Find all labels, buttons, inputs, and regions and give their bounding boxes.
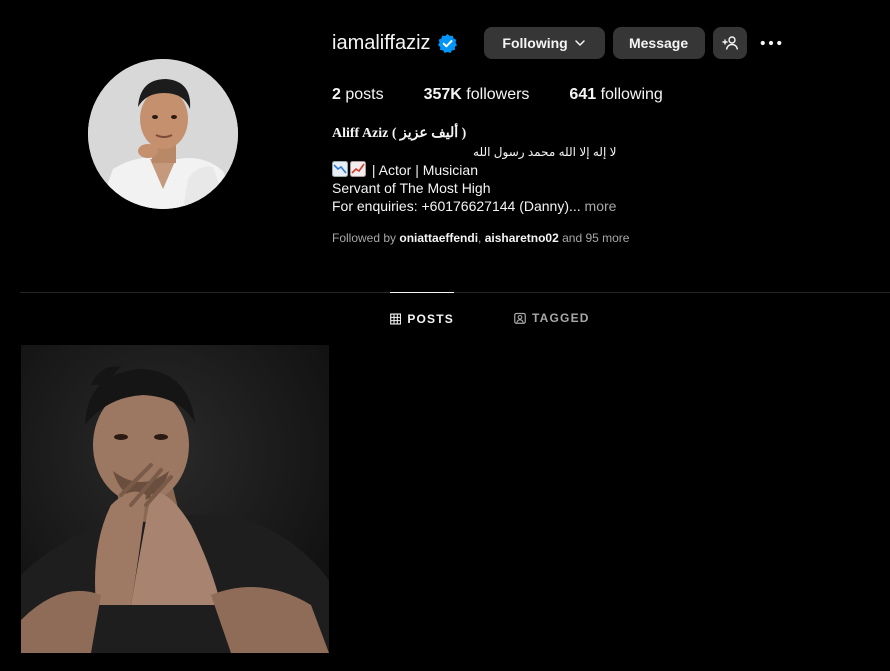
profile-stats: 2 posts 357K followers 641 following xyxy=(332,86,703,104)
bio-line-servant: Servant of The Most High xyxy=(332,180,491,196)
bio-roles: | Actor | Musician xyxy=(371,162,478,178)
post-thumbnail[interactable] xyxy=(21,345,329,653)
tab-tagged[interactable]: TAGGED xyxy=(514,292,594,344)
suggested-accounts-button[interactable] xyxy=(712,27,747,59)
followed-by-prefix: Followed by xyxy=(332,231,400,245)
message-button[interactable]: Message xyxy=(612,27,705,59)
post-photo xyxy=(21,345,329,653)
bio-full-name: Aliff Aziz ( أليف عزيز ) xyxy=(332,126,467,141)
bio-enquiries-text: For enquiries: +60176627144 (Danny)... xyxy=(332,198,581,214)
following-button-label: Following xyxy=(502,35,568,51)
followed-by[interactable]: Followed by oniattaeffendi, aisharetno02… xyxy=(332,231,629,245)
followed-by-account[interactable]: aisharetno02 xyxy=(485,231,559,245)
bio-roles-line: | Actor | Musician xyxy=(332,161,616,179)
grid-icon xyxy=(390,312,402,325)
followed-by-suffix: and 95 more xyxy=(558,231,630,245)
followed-by-separator: , xyxy=(478,231,485,245)
bio-line-enquiries: For enquiries: +60176627144 (Danny)... m… xyxy=(332,197,616,215)
profile-username: iamaliffaziz xyxy=(332,31,431,54)
followers-stat[interactable]: 357K followers xyxy=(424,86,530,104)
tab-posts[interactable]: POSTS xyxy=(390,292,454,344)
tab-tagged-label: TAGGED xyxy=(532,311,590,325)
chart-up-emoji-icon xyxy=(350,161,366,177)
bio-arabic-line: لا إله إلا الله محمد رسول الله xyxy=(473,145,617,159)
followed-by-account[interactable]: oniattaeffendi xyxy=(399,231,478,245)
profile-bio: Aliff Aziz ( أليف عزيز ) لا إله إلا الله… xyxy=(332,125,616,215)
tab-posts-label: POSTS xyxy=(407,311,454,326)
avatar-photo xyxy=(88,59,238,209)
profile-page: iamaliffaziz Following Message 2 posts 3… xyxy=(0,0,890,671)
message-button-label: Message xyxy=(628,35,689,51)
bio-more-link[interactable]: more xyxy=(581,198,617,214)
verified-badge-icon xyxy=(437,33,457,53)
profile-avatar[interactable] xyxy=(88,59,238,209)
add-person-icon xyxy=(722,36,738,50)
more-options-icon[interactable] xyxy=(759,31,783,55)
tagged-icon xyxy=(514,312,526,324)
tabs-divider xyxy=(20,292,890,293)
following-stat[interactable]: 641 following xyxy=(569,86,662,104)
chevron-down-icon xyxy=(574,40,585,46)
posts-stat: 2 posts xyxy=(332,86,384,103)
profile-header-row: iamaliffaziz Following Message xyxy=(332,26,783,60)
chart-down-emoji-icon xyxy=(332,161,348,177)
following-button[interactable]: Following xyxy=(483,27,605,59)
